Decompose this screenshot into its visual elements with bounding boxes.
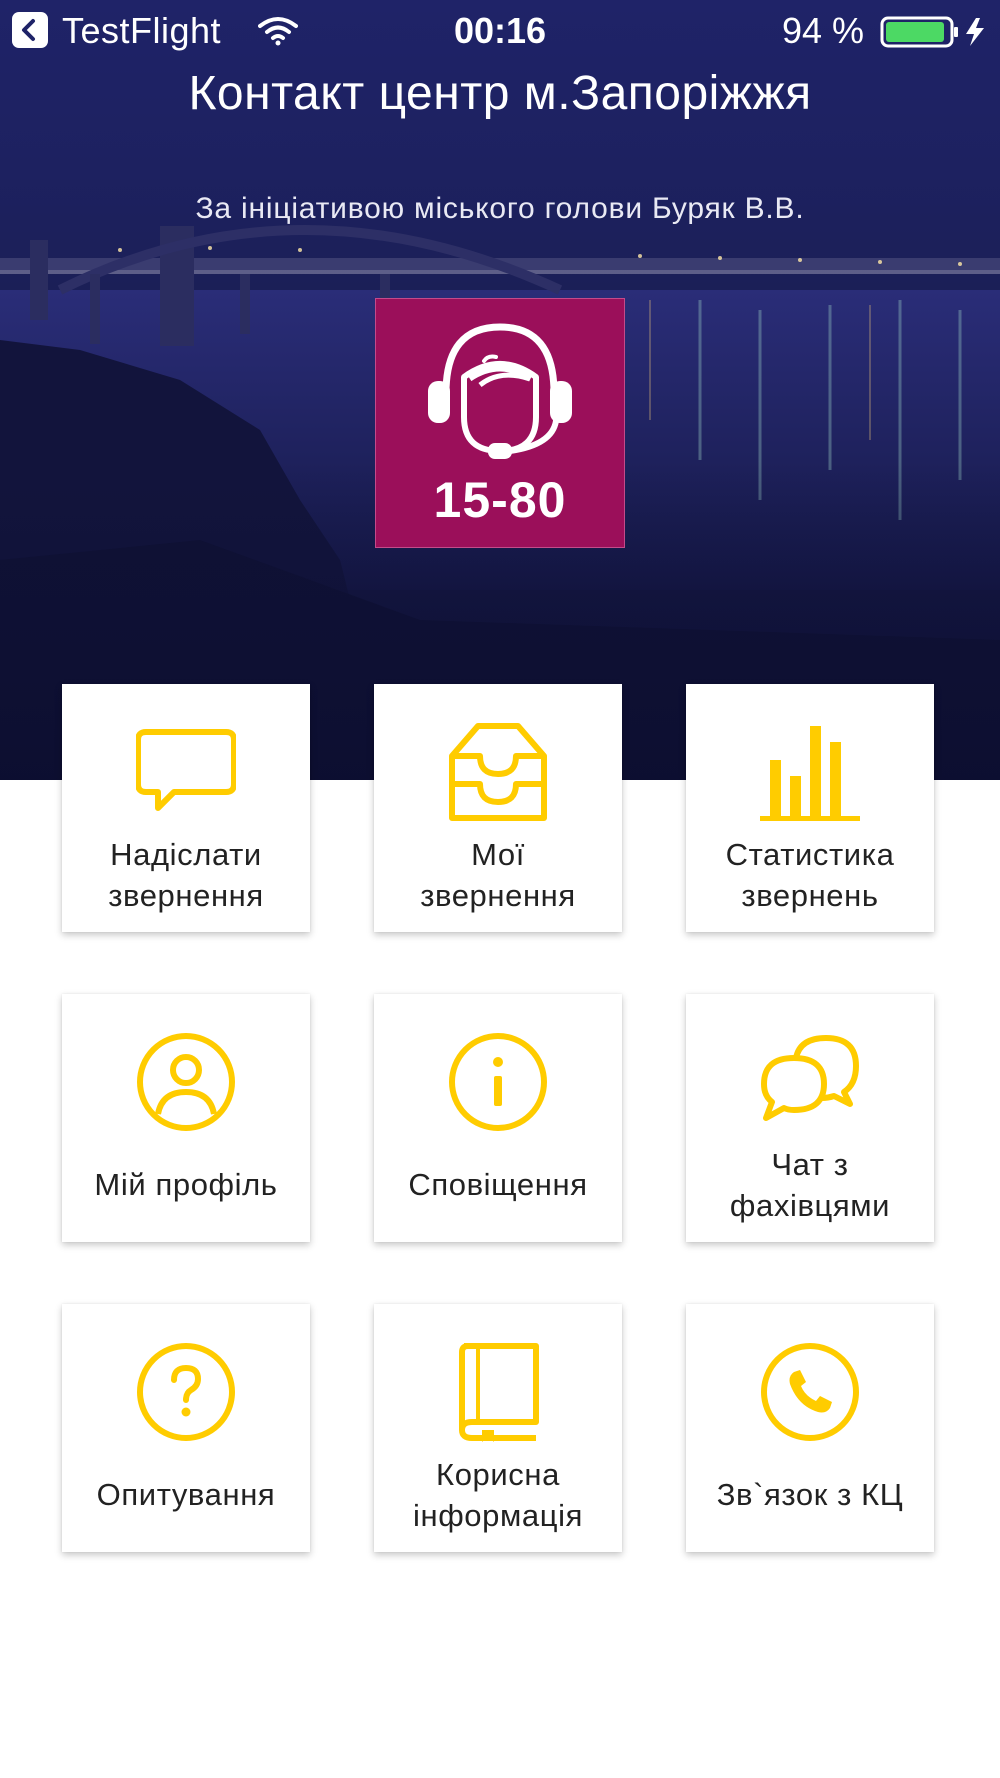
tile-my-requests[interactable]: Мої звернення [374, 684, 622, 932]
tile-label: Корисна інформація [413, 1457, 583, 1533]
book-icon [459, 1343, 539, 1442]
charging-bolt-icon [966, 18, 984, 46]
tile-useful-info[interactable]: Корисна інформація [374, 1304, 622, 1552]
chat-bubbles-icon [761, 1035, 859, 1121]
question-icon [137, 1343, 235, 1441]
tile-chat-experts[interactable]: Чат з фахівцями [686, 994, 934, 1242]
inbox-tray-icon [449, 723, 547, 821]
user-profile-icon [137, 1033, 235, 1131]
bar-chart-icon [760, 726, 860, 821]
tile-contact-center[interactable]: Зв`язок з КЦ [686, 1304, 934, 1552]
tile-label: Сповіщення [408, 1167, 588, 1202]
tile-label: Статистика звернень [725, 837, 895, 913]
phone-icon [761, 1343, 859, 1441]
tile-label: Зв`язок з КЦ [716, 1477, 904, 1512]
tile-statistics[interactable]: Статистика звернень [686, 684, 934, 932]
tile-label: Надіслати звернення [108, 837, 264, 913]
chat-bubble-icon [136, 729, 236, 811]
battery-icon [880, 16, 984, 48]
tile-label: Чат з фахівцями [729, 1147, 891, 1223]
tile-label: Мій профіль [94, 1167, 278, 1202]
tile-label: Опитування [96, 1477, 276, 1512]
battery-percent: 94 % [782, 10, 865, 51]
tile-notifications[interactable]: Сповіщення [374, 994, 622, 1242]
page-subtitle: За ініціативою міського голови Буряк В.В… [195, 192, 805, 225]
hotline-number: 15-80 [433, 472, 567, 528]
status-bar: TestFlight 00:16 94 % [0, 0, 1000, 62]
contact-center-logo[interactable]: 15-80 [375, 298, 625, 548]
tile-surveys[interactable]: Опитування [62, 1304, 310, 1552]
page-title: Контакт центр м.Запоріжжя [188, 67, 812, 120]
info-icon [449, 1033, 547, 1131]
tile-my-profile[interactable]: Мій профіль [62, 994, 310, 1242]
tile-send-request[interactable]: Надіслати звернення [62, 684, 310, 932]
tile-label: Мої звернення [420, 837, 576, 913]
